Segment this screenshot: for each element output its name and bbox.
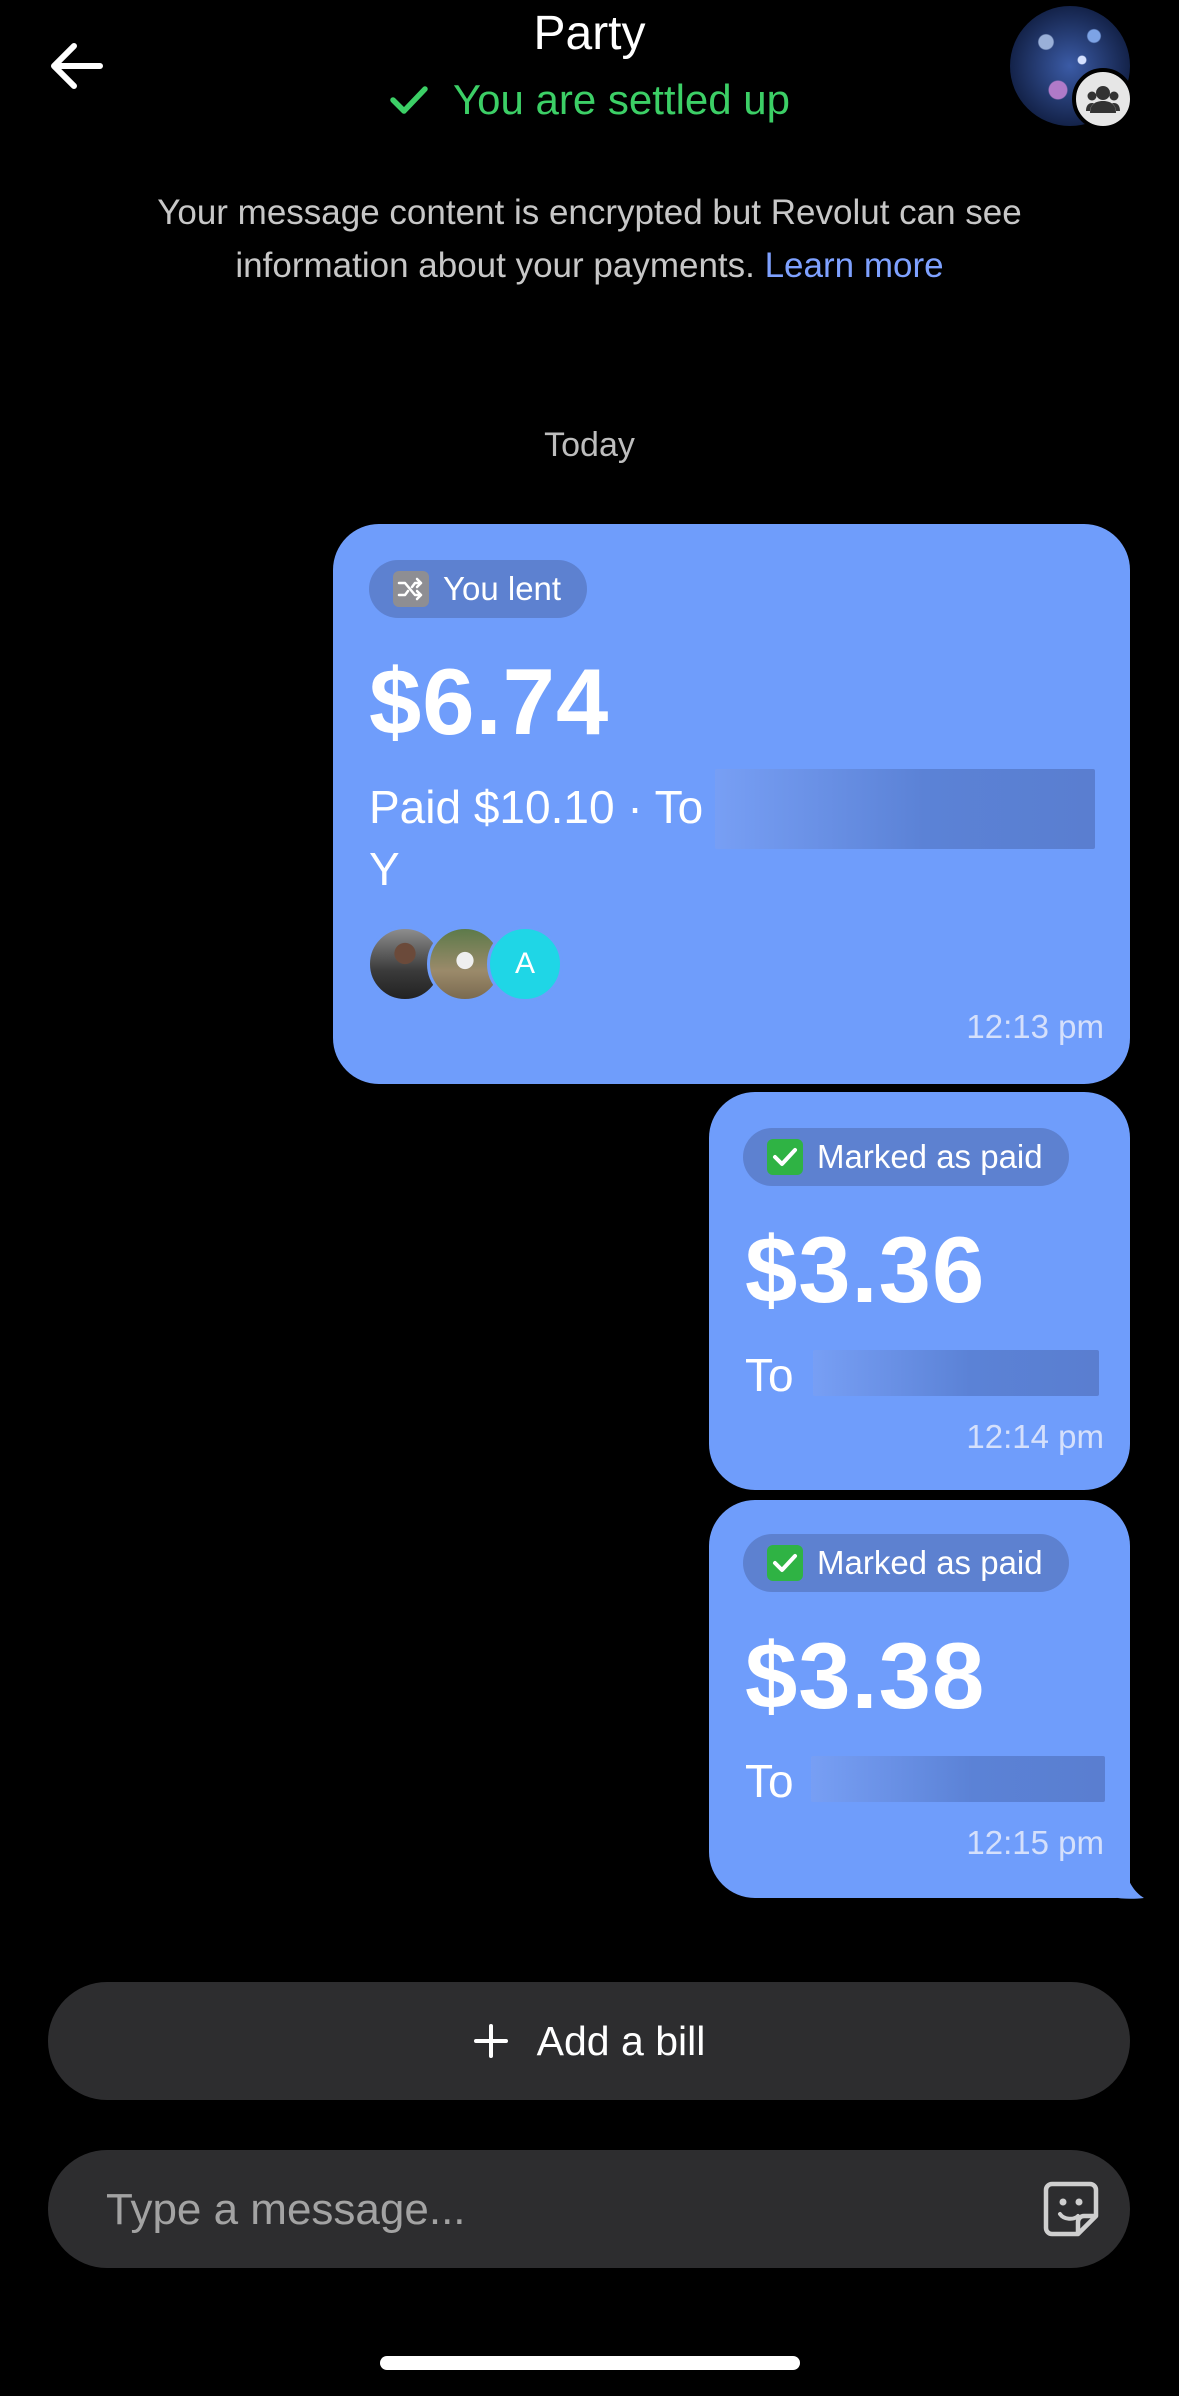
timestamp: 12:13 pm [966, 1008, 1104, 1045]
timestamp: 12:15 pm [966, 1824, 1104, 1861]
amount: $6.74 [369, 649, 610, 754]
marked-paid-bubble[interactable]: Marked as paid $3.36 To 12:14 pm [709, 1092, 1130, 1490]
payment-detail-cont: Y [369, 843, 400, 895]
payment-detail: Paid $10.10 · To [369, 781, 704, 833]
tag-pill: You lent [369, 560, 588, 618]
bubble-tail [1096, 1862, 1144, 1899]
amount: $3.38 [745, 1623, 986, 1728]
participants: A [367, 926, 567, 1002]
learn-more-link[interactable]: Learn more [765, 246, 944, 285]
message-input[interactable] [104, 2150, 1008, 2270]
plus-icon [473, 2024, 508, 2058]
lent-message-bubble[interactable]: You lent $6.74 Paid $10.10 · To Y A 12:1… [333, 524, 1130, 1084]
chat-title: Party [533, 7, 646, 60]
encryption-notice: Your message content is encrypted but Re… [80, 186, 1099, 292]
sticker-button[interactable] [1042, 2180, 1100, 2238]
sticker-icon [1043, 2181, 1099, 2237]
group-avatar-button[interactable] [1010, 6, 1134, 130]
check-emoji-icon [767, 1545, 803, 1581]
check-emoji-icon [767, 1139, 803, 1175]
redacted-recipient [811, 1756, 1105, 1802]
tag-label: You lent [443, 570, 562, 607]
tag-pill: Marked as paid [743, 1128, 1069, 1186]
amount: $3.36 [745, 1217, 986, 1322]
day-separator: Today [544, 426, 635, 464]
timestamp: 12:14 pm [966, 1418, 1104, 1455]
participant-initial-avatar: A [487, 926, 563, 1002]
payment-detail: To [745, 1755, 794, 1807]
marked-paid-bubble[interactable]: Marked as paid $3.38 To 12:15 pm [709, 1500, 1130, 1898]
home-indicator[interactable] [380, 2356, 800, 2370]
group-icon [1072, 68, 1134, 130]
tag-label: Marked as paid [817, 1544, 1043, 1581]
settled-status: You are settled up [0, 76, 1179, 124]
settled-text: You are settled up [452, 76, 791, 123]
tag-label: Marked as paid [817, 1138, 1043, 1175]
add-bill-label: Add a bill [536, 2017, 706, 2064]
payment-detail: To [745, 1349, 794, 1401]
message-composer [48, 2150, 1130, 2270]
shuffle-icon [393, 571, 429, 607]
redacted-recipient [813, 1350, 1099, 1396]
add-bill-button[interactable]: Add a bill [48, 1982, 1130, 2100]
checkmark-icon [390, 86, 428, 114]
tag-pill: Marked as paid [743, 1534, 1069, 1592]
redacted-recipient [715, 769, 1095, 849]
